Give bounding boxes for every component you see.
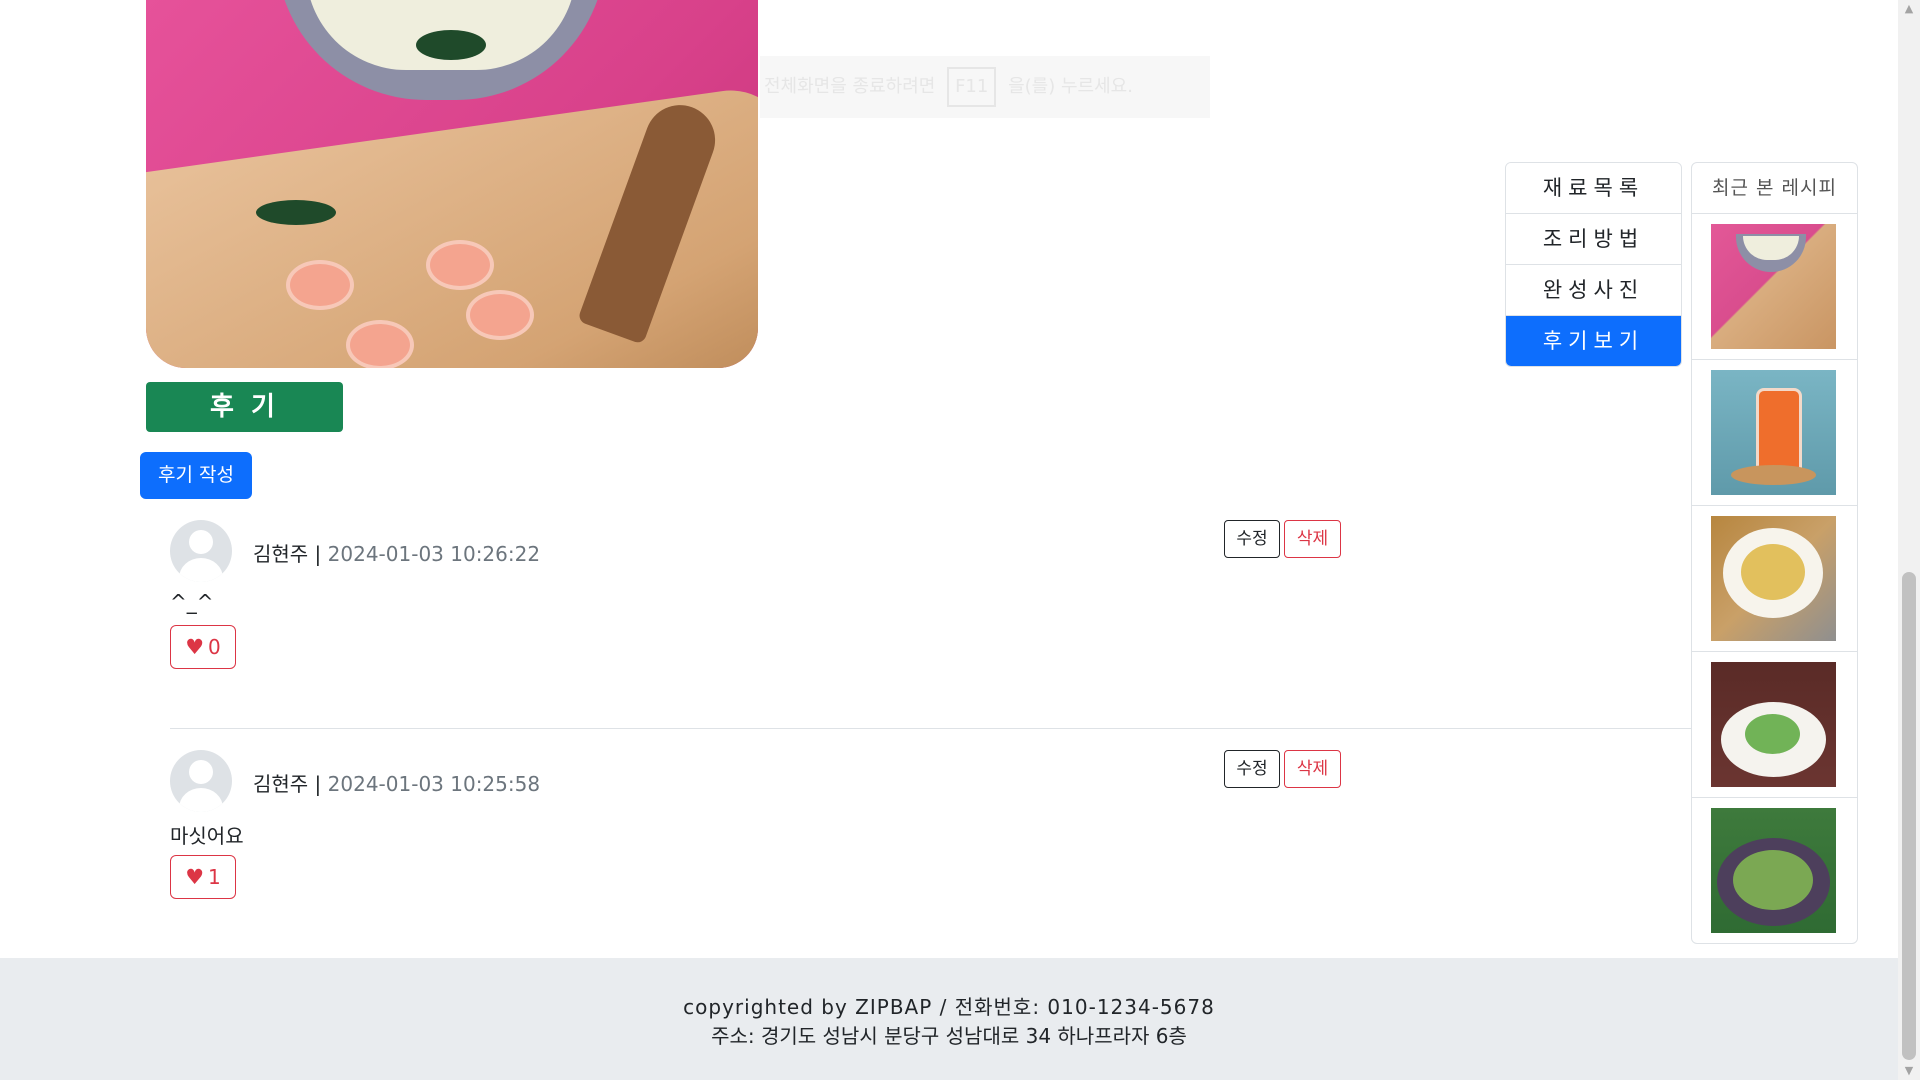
heart-icon: ♥ (185, 865, 205, 889)
avatar (170, 520, 232, 582)
scroll-down-arrow-icon[interactable]: ▼ (1898, 1062, 1920, 1080)
delete-button[interactable]: 삭제 (1284, 520, 1341, 558)
recent-recipe-item[interactable] (1692, 360, 1857, 506)
recent-recipe-thumbnail[interactable] (1711, 808, 1836, 933)
recent-recipe-thumbnail[interactable] (1711, 224, 1836, 349)
like-count: 1 (208, 865, 221, 889)
avatar (170, 750, 232, 812)
like-button[interactable]: ♥ 0 (170, 625, 236, 669)
review-section-title: 후 기 (146, 382, 343, 432)
write-review-button[interactable]: 후기 작성 (140, 452, 252, 499)
notice-text-suffix: 을(를) 누르세요. (1008, 76, 1133, 97)
review-content: ^_^ (170, 590, 214, 614)
heart-icon: ♥ (185, 635, 205, 659)
review-author: 김현주 (253, 772, 309, 796)
recent-recipe-thumbnail[interactable] (1711, 370, 1836, 495)
review-date: 2024-01-03 10:25:58 (327, 772, 541, 796)
review-date: 2024-01-03 10:26:22 (327, 542, 541, 566)
review-meta: 김현주 | 2024-01-03 10:26:22 (253, 538, 540, 567)
recipe-section-nav: 재료목록 조리방법 완성사진 후기보기 (1505, 162, 1682, 367)
vertical-scrollbar[interactable]: ▲ ▼ (1898, 0, 1920, 1080)
recent-recipe-thumbnail[interactable] (1711, 662, 1836, 787)
delete-button[interactable]: 삭제 (1284, 750, 1341, 788)
meta-separator: | (308, 772, 328, 796)
edit-button[interactable]: 수정 (1224, 520, 1280, 558)
edit-button[interactable]: 수정 (1224, 750, 1280, 788)
recent-recipe-thumbnail[interactable] (1711, 516, 1836, 641)
recently-viewed-panel: 최근 본 레시피 (1691, 162, 1858, 944)
recently-viewed-title: 최근 본 레시피 (1692, 163, 1857, 214)
scroll-up-arrow-icon[interactable]: ▲ (1898, 0, 1920, 18)
footer-address: 주소: 경기도 성남시 분당구 성남대로 34 하나프라자 6층 (711, 1024, 1187, 1048)
review-meta: 김현주 | 2024-01-03 10:25:58 (253, 768, 540, 797)
like-count: 0 (208, 635, 221, 659)
like-button[interactable]: ♥ 1 (170, 855, 236, 899)
fullscreen-notice: 전체화면을 종료하려면 F11 을(를) 누르세요. (760, 56, 1210, 118)
review-content: 마싯어요 (170, 824, 244, 848)
footer: copyrighted by ZIPBAP / 전화번호: 010-1234-5… (0, 958, 1898, 1080)
recent-recipe-item[interactable] (1692, 652, 1857, 798)
scrollbar-thumb[interactable] (1902, 572, 1916, 1060)
recipe-photo (146, 0, 758, 368)
recent-recipe-item[interactable] (1692, 214, 1857, 360)
notice-text: 전체화면을 종료하려면 (764, 76, 936, 97)
recent-recipe-item[interactable] (1692, 506, 1857, 652)
recent-recipe-item[interactable] (1692, 798, 1857, 943)
nav-finished-photos[interactable]: 완성사진 (1506, 265, 1681, 316)
review-divider (170, 728, 1692, 729)
meta-separator: | (308, 542, 328, 566)
nav-cooking-steps[interactable]: 조리방법 (1506, 214, 1681, 265)
nav-ingredients[interactable]: 재료목록 (1506, 163, 1681, 214)
review-author: 김현주 (253, 542, 309, 566)
nav-reviews[interactable]: 후기보기 (1506, 316, 1681, 366)
notice-key: F11 (947, 67, 997, 107)
footer-copyright: copyrighted by ZIPBAP / 전화번호: 010-1234-5… (683, 995, 1215, 1019)
